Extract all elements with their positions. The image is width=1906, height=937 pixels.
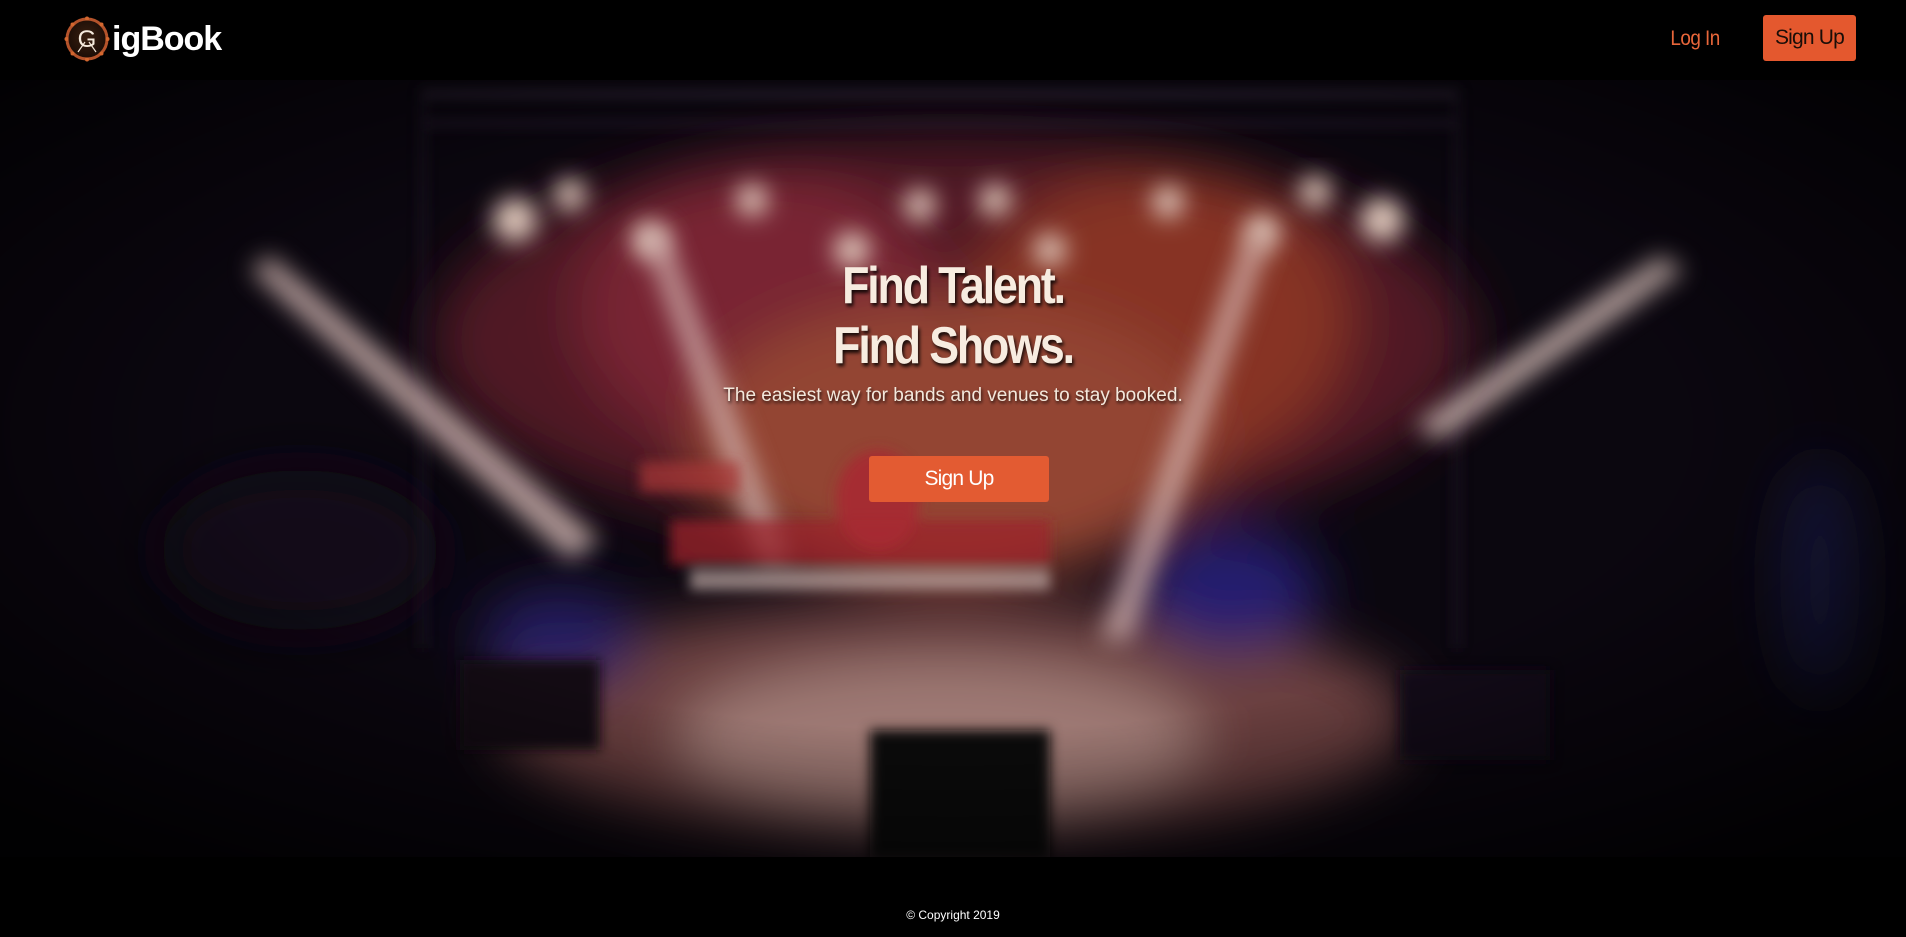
header-signup-button[interactable]: Sign Up <box>1763 15 1856 61</box>
logo-letter: G <box>78 26 97 53</box>
footer: © Copyright 2019 <box>0 857 1906 937</box>
hero-signup-button[interactable]: Sign Up <box>869 456 1049 502</box>
landing-page: G igBook Log In Sign Up Find Talent. Fin… <box>0 0 1906 937</box>
brand-name: igBook <box>112 20 222 58</box>
logo-icon: G <box>64 16 110 62</box>
hero-title-line-2: Find Shows. <box>833 317 1075 375</box>
hero-subtitle: The easiest way for bands and venues to … <box>723 385 1183 406</box>
hero-title-line-1: Find Talent. <box>842 257 1066 315</box>
login-link[interactable]: Log In <box>1656 16 1734 62</box>
copyright-text: © Copyright 2019 <box>906 908 1000 922</box>
brand-home-link[interactable]: G igBook <box>64 16 222 62</box>
hero-section: Find Talent. Find Shows. The easiest way… <box>0 80 1906 857</box>
navbar: G igBook Log In Sign Up <box>0 0 1906 80</box>
